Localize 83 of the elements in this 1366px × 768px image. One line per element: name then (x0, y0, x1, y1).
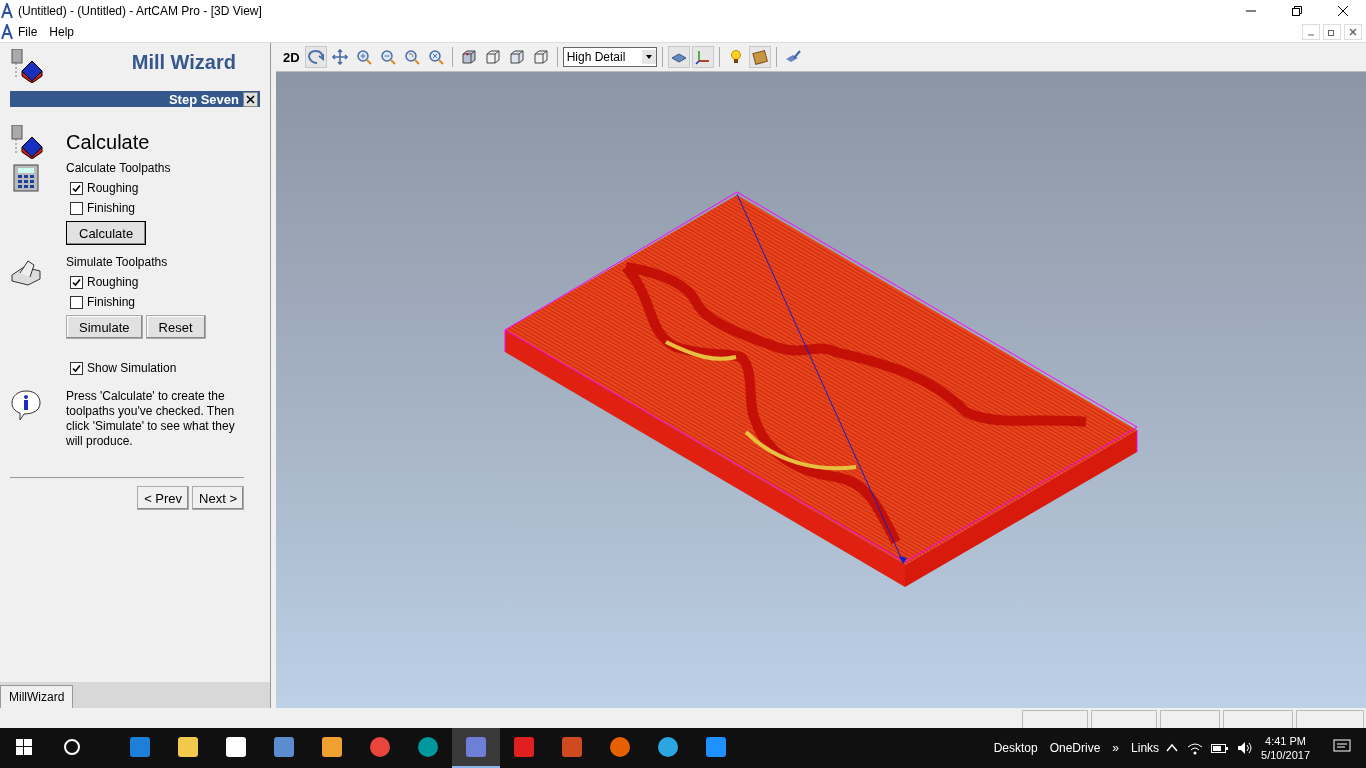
app-icon (370, 737, 390, 757)
zoom-out-icon (379, 49, 396, 65)
checkbox[interactable] (70, 201, 83, 215)
view-cube-icon (532, 49, 549, 65)
nav-button[interactable]: Next > (192, 486, 244, 510)
toolbar-button[interactable] (667, 46, 690, 68)
view-cube-icon (508, 49, 525, 65)
checkbox[interactable] (70, 275, 83, 289)
info-bubble-icon (10, 389, 42, 421)
taskbar-toolbar-label[interactable]: Links (1125, 741, 1166, 755)
texture-icon (751, 49, 768, 65)
checkbox[interactable] (70, 181, 83, 195)
2d-view-button[interactable]: 2D (280, 49, 303, 65)
view-cube-icon (460, 49, 477, 65)
app-icon (610, 737, 630, 757)
checkbox[interactable] (70, 295, 83, 309)
step-label: Step Seven (168, 91, 239, 107)
axes-icon (694, 49, 711, 65)
calculator-icon (10, 161, 42, 193)
panel-tab[interactable]: MillWizard (0, 685, 74, 708)
app-icon (466, 737, 486, 757)
zoom-fit-icon (427, 49, 444, 65)
wizard-title: Mill Wizard (131, 51, 236, 74)
app-logo-icon (0, 3, 14, 19)
app-icon (658, 737, 678, 757)
action-button[interactable]: Calculate (66, 221, 147, 245)
view-cube-icon (484, 49, 501, 65)
checkbox-label[interactable]: Show Simulation (87, 361, 177, 375)
app-icon (418, 737, 438, 757)
checkbox[interactable] (70, 361, 83, 375)
zoom-in-icon (355, 49, 372, 65)
close-icon (1349, 28, 1357, 36)
checkbox-label[interactable]: Finishing (87, 295, 136, 309)
clock-time[interactable]: 4:41 PM (1265, 734, 1306, 748)
section-title: Simulate Toolpaths (66, 255, 169, 269)
toolbar-button[interactable] (304, 46, 327, 68)
menu-item[interactable]: File (14, 25, 46, 39)
mill-cutter-icon (10, 125, 44, 159)
checkbox-label[interactable]: Roughing (87, 181, 139, 195)
taskbar-toolbar-label[interactable]: Desktop (987, 741, 1044, 755)
mill-cutter-icon (10, 49, 44, 83)
pan-arrows-icon (331, 49, 348, 65)
clock-date[interactable]: 5/10/2017 (1261, 748, 1310, 762)
app-icon (322, 737, 342, 757)
checkbox-label[interactable]: Roughing (87, 275, 139, 289)
windows-logo-icon (16, 739, 32, 755)
menu-item[interactable]: Help (45, 25, 83, 39)
app-icon (562, 737, 582, 757)
app-icon (130, 737, 150, 757)
taskbar-toolbar-label[interactable]: OneDrive (1043, 741, 1107, 755)
toolbar-button[interactable] (748, 46, 771, 68)
app-icon (226, 737, 246, 757)
info-text: Press 'Calculate' to create the toolpaths you've checked. Then click 'Simulate' to see what they will produce. (66, 389, 236, 449)
nav-button[interactable]: < Prev (137, 486, 190, 510)
restore-icon (1328, 28, 1336, 36)
step-heading: Calculate (66, 130, 150, 154)
rotate-arrow-icon (307, 49, 324, 65)
speaker-icon (1237, 741, 1254, 755)
close-button[interactable] (243, 91, 258, 107)
app-logo-icon (0, 24, 14, 40)
window-title: (Untitled) - (Untitled) - ArtCAM Pro - [3D View] (18, 4, 263, 18)
section-title: Calculate Toolpaths (66, 161, 171, 175)
notifications-icon (1333, 739, 1351, 755)
restore-icon (1292, 6, 1302, 16)
dropdown-caret-icon (641, 50, 656, 64)
wifi-icon (1187, 741, 1204, 755)
battery-icon (1211, 742, 1230, 754)
zoom-previous-icon (403, 49, 420, 65)
app-icon (274, 737, 294, 757)
circle-icon (63, 738, 81, 756)
close-icon (1338, 6, 1348, 16)
taskbar-toolbar-label[interactable]: » (1106, 741, 1126, 755)
app-icon (514, 737, 534, 757)
checkbox-label[interactable]: Finishing (87, 201, 136, 215)
toolbar-button[interactable] (691, 46, 714, 68)
3d-viewport[interactable] (276, 72, 1366, 708)
action-button[interactable]: Reset (145, 315, 206, 339)
action-button[interactable]: Simulate (66, 315, 143, 339)
paint-brush-icon (784, 49, 801, 65)
detail-dropdown[interactable]: High Detail (562, 47, 657, 67)
app-icon (178, 737, 198, 757)
app-icon (706, 737, 726, 757)
close-icon (246, 94, 255, 104)
